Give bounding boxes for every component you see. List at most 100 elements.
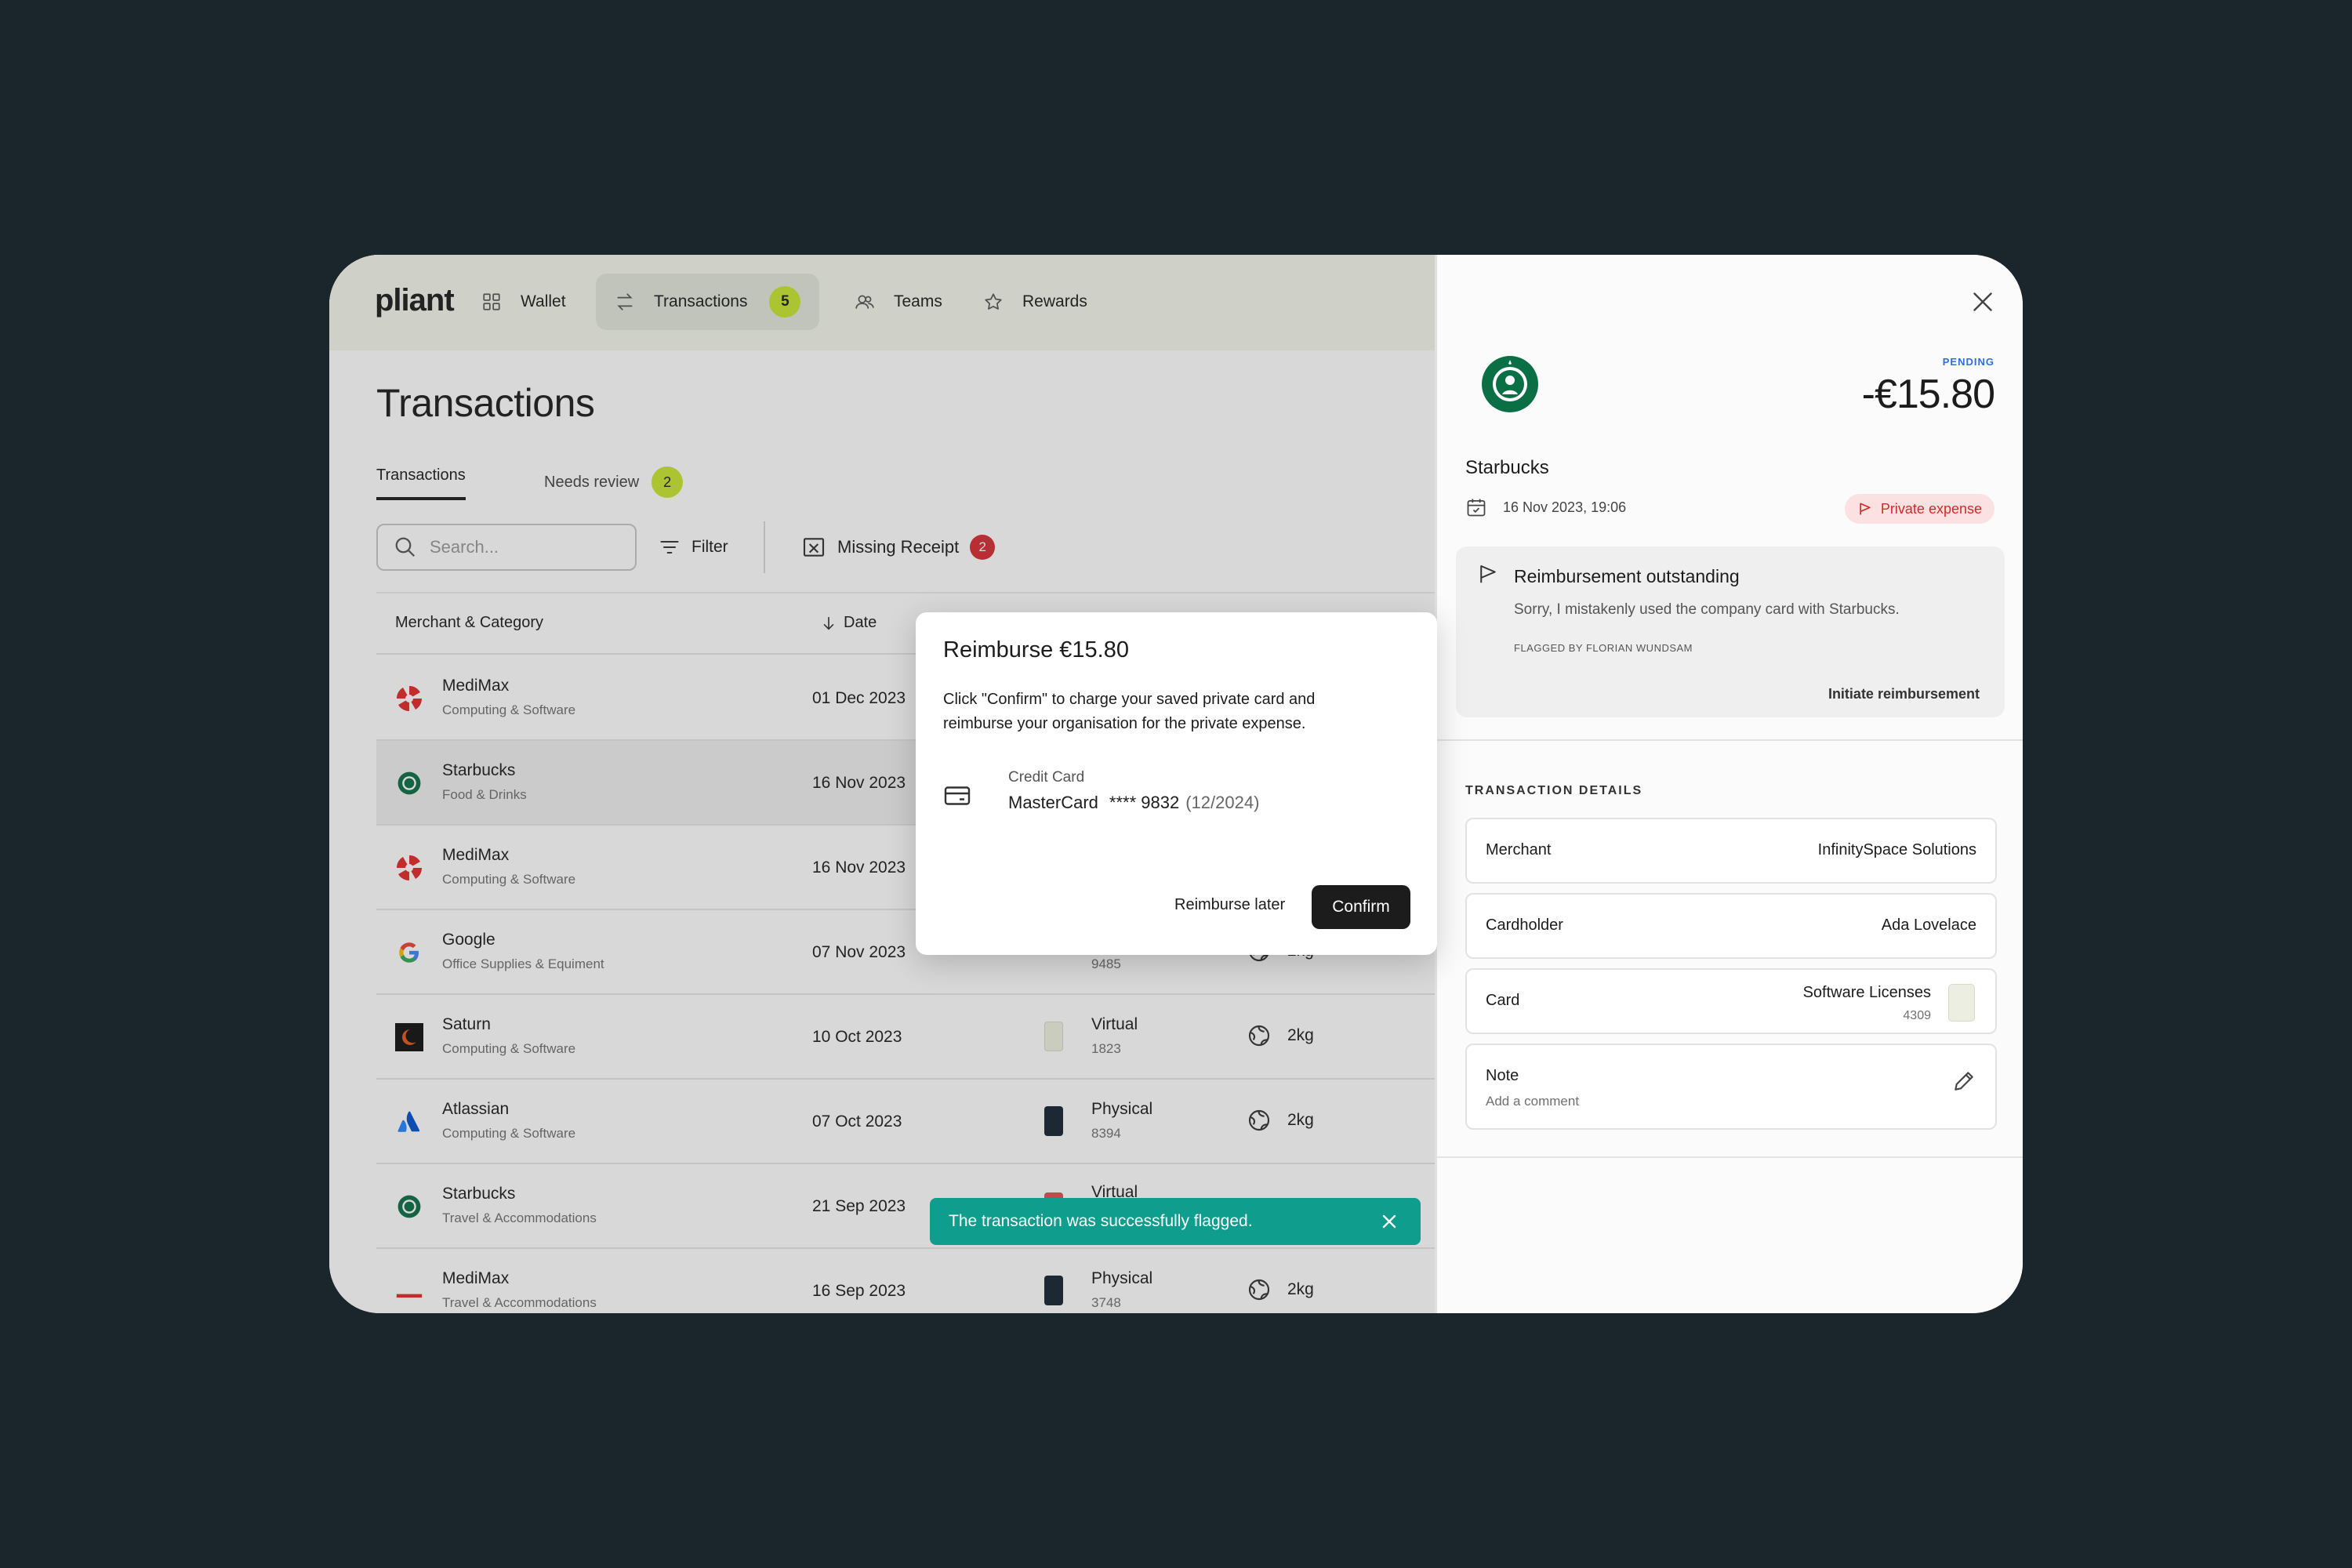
medimax-logo-icon [394, 852, 425, 884]
co2-emission: 2kg [1247, 1023, 1314, 1048]
tab-needs-review[interactable]: Needs review 2 [544, 466, 684, 498]
column-merchant[interactable]: Merchant & Category [395, 614, 543, 632]
globe-icon [1248, 1279, 1270, 1301]
starbucks-logo-icon [394, 768, 425, 799]
co2-value: 2kg [1287, 1280, 1314, 1298]
search-input[interactable]: Search... [376, 524, 637, 571]
flag-icon [1860, 503, 1871, 515]
nav-teams[interactable]: Teams [836, 274, 961, 330]
merchant-category: Computing & Software [442, 702, 576, 717]
merchant-name: MediMax [442, 846, 510, 864]
modal-title: Reimburse €15.80 [943, 637, 1129, 662]
success-toast: The transaction was successfully flagged… [930, 1198, 1421, 1245]
atlassian-logo-icon [394, 1106, 425, 1138]
transaction-date: 16 Sep 2023 [812, 1282, 906, 1300]
saturn-logo-icon [394, 1022, 425, 1053]
column-date-label: Date [844, 614, 877, 631]
card-number: 3748 [1091, 1295, 1121, 1310]
detail-merchant-name: Starbucks [1465, 457, 1549, 478]
field-value: Software Licenses [1802, 984, 1931, 1001]
merchant-name: Saturn [442, 1015, 491, 1033]
transaction-date: 01 Dec 2023 [812, 689, 906, 707]
filter-button[interactable]: Filter [659, 524, 728, 571]
flagged-by: FLAGGED BY FLORIAN WUNDSAM [1514, 642, 1693, 654]
merchant-category: Office Supplies & Equiment [442, 956, 604, 971]
card-field[interactable]: Card Software Licenses 4309 [1465, 968, 1997, 1034]
card-thumbnail [1044, 1276, 1063, 1305]
medimax-logo-icon [394, 683, 425, 714]
card-type: Virtual [1091, 1015, 1138, 1033]
card-thumbnail [1044, 1022, 1063, 1051]
filter-label: Filter [691, 538, 728, 556]
confirm-button[interactable]: Confirm [1312, 885, 1410, 929]
nav-teams-label: Teams [894, 292, 942, 310]
nav-transactions[interactable]: Transactions 5 [596, 274, 820, 330]
filter-icon [660, 540, 679, 554]
nav-transactions-label: Transactions [654, 292, 748, 310]
nav-wallet[interactable]: Wallet [463, 274, 585, 330]
tab-needs-review-label: Needs review [544, 473, 640, 491]
card-brand: MasterCard [1008, 793, 1098, 812]
reimburse-later-button[interactable]: Reimburse later [1174, 896, 1285, 914]
section-title: TRANSACTION DETAILS [1465, 784, 1643, 797]
reimburse-modal: Reimburse €15.80 Click "Confirm" to char… [916, 612, 1437, 955]
nav-rewards[interactable]: Rewards [964, 274, 1106, 330]
initiate-reimbursement-button[interactable]: Initiate reimbursement [1828, 686, 1980, 702]
note-placeholder: Add a comment [1486, 1094, 1580, 1109]
missing-receipt-filter[interactable]: Missing Receipt 2 [801, 524, 996, 571]
table-row[interactable]: MediMax Travel & Accommodations 16 Sep 2… [376, 1249, 1435, 1313]
merchant-name: MediMax [442, 1269, 510, 1287]
merchant-category: Computing & Software [442, 872, 576, 887]
field-label: Cardholder [1486, 916, 1563, 934]
co2-value: 2kg [1287, 1111, 1314, 1129]
card-number: 9485 [1091, 956, 1121, 971]
close-icon[interactable] [1380, 1212, 1399, 1231]
pencil-icon[interactable] [1951, 1069, 1976, 1094]
card-label: Credit Card [1008, 769, 1085, 786]
card-type: Physical [1091, 1269, 1153, 1287]
card-type: Physical [1091, 1100, 1153, 1118]
table-row[interactable]: Saturn Computing & Software 10 Oct 2023 … [376, 995, 1435, 1080]
top-navigation: pliant Wallet Transactions 5 Teams Rewar… [329, 255, 1435, 350]
transaction-date: 21 Sep 2023 [812, 1197, 906, 1215]
receipt-missing-icon [803, 538, 825, 557]
note-field[interactable]: Note Add a comment [1465, 1044, 1997, 1130]
nav-transactions-badge: 5 [769, 286, 801, 318]
transaction-date: 07 Oct 2023 [812, 1112, 902, 1131]
field-label: Note [1486, 1067, 1519, 1084]
transaction-detail-panel: PENDING -€15.80 Starbucks 16 Nov 2023, 1… [1435, 255, 2023, 1313]
card-number: 1823 [1091, 1041, 1121, 1056]
star-icon [985, 293, 1002, 310]
co2-emission: 2kg [1247, 1108, 1314, 1133]
private-expense-tag[interactable]: Private expense [1844, 494, 1994, 524]
field-value: InfinitySpace Solutions [1817, 841, 1976, 858]
merchant-category: Computing & Software [442, 1126, 576, 1141]
flag-icon [1480, 565, 1496, 583]
cardholder-field[interactable]: Cardholder Ada Lovelace [1465, 893, 1997, 959]
merchant-field[interactable]: Merchant InfinitySpace Solutions [1465, 818, 1997, 884]
brand-logo[interactable]: pliant [375, 283, 455, 318]
tab-transactions[interactable]: Transactions [376, 466, 466, 500]
merchant-category: Travel & Accommodations [442, 1210, 597, 1225]
column-date[interactable]: Date [820, 614, 877, 632]
missing-receipt-label: Missing Receipt [837, 537, 960, 557]
merchant-category: Computing & Software [442, 1041, 576, 1056]
card-number: 4309 [1903, 1009, 1931, 1022]
credit-card-icon [944, 786, 971, 805]
merchant-name: Starbucks [442, 761, 516, 779]
close-icon[interactable] [1969, 288, 1997, 316]
table-row[interactable]: Atlassian Computing & Software 07 Oct 20… [376, 1080, 1435, 1164]
merchant-category: Food & Drinks [442, 787, 527, 802]
nav-rewards-label: Rewards [1022, 292, 1087, 310]
merchant-category: Travel & Accommodations [442, 1295, 597, 1310]
transaction-status: PENDING [1942, 356, 1994, 368]
grid-icon [483, 293, 500, 310]
detail-datetime: 16 Nov 2023, 19:06 [1465, 496, 1626, 518]
google-logo-icon [394, 937, 425, 968]
private-expense-label: Private expense [1880, 500, 1982, 517]
globe-icon [1248, 1109, 1270, 1131]
merchant-name: Atlassian [442, 1100, 510, 1118]
toolbar-divider [764, 521, 765, 573]
card-number: 8394 [1091, 1126, 1121, 1141]
search-placeholder: Search... [430, 537, 499, 557]
